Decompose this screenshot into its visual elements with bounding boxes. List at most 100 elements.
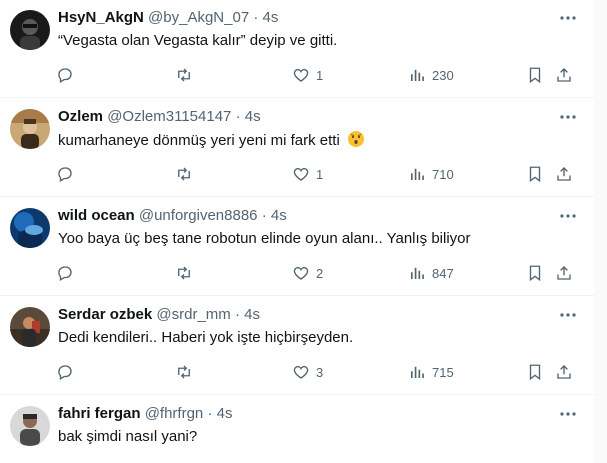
reply-icon bbox=[58, 167, 72, 182]
share-icon bbox=[557, 167, 571, 181]
bookmark-button[interactable] bbox=[526, 359, 544, 385]
views-button[interactable]: 710 bbox=[408, 161, 454, 187]
views-button[interactable]: 715 bbox=[408, 359, 454, 385]
timestamp[interactable]: 4s bbox=[263, 9, 279, 26]
author-name[interactable]: HsyN_AkgN bbox=[58, 9, 144, 26]
bookmark-button[interactable] bbox=[526, 161, 544, 187]
like-button[interactable]: 1 bbox=[292, 62, 323, 88]
action-bar: 2 847 bbox=[50, 260, 585, 286]
reply-button[interactable] bbox=[56, 161, 80, 187]
like-count: 1 bbox=[316, 67, 324, 83]
author-handle[interactable]: @unforgiven8886 bbox=[139, 207, 258, 224]
timestamp[interactable]: 4s bbox=[271, 207, 287, 224]
share-icon bbox=[557, 365, 571, 379]
author-handle[interactable]: @Ozlem31154147 bbox=[107, 108, 231, 125]
share-button[interactable] bbox=[555, 62, 573, 88]
tweet[interactable]: wild ocean @unforgiven8886 · 4s Yoo baya… bbox=[0, 198, 594, 296]
more-options-icon[interactable] bbox=[558, 208, 578, 224]
scrollbar[interactable] bbox=[594, 0, 607, 463]
like-count: 2 bbox=[316, 265, 324, 281]
share-icon bbox=[557, 266, 571, 280]
action-bar: 1 710 bbox=[50, 161, 585, 187]
share-button[interactable] bbox=[555, 359, 573, 385]
tweet-text-line: kumarhaneye dönmüş yeri yeni mi fark ett… bbox=[58, 130, 365, 151]
more-options-icon[interactable] bbox=[558, 10, 578, 26]
retweet-button[interactable] bbox=[175, 161, 199, 187]
avatar[interactable] bbox=[10, 208, 50, 248]
like-count: 1 bbox=[316, 166, 324, 182]
avatar[interactable] bbox=[10, 109, 50, 149]
retweet-button[interactable] bbox=[175, 260, 199, 286]
views-chart-icon bbox=[411, 69, 424, 81]
author-handle[interactable]: @by_AkgN_07 bbox=[148, 9, 249, 26]
separator-dot: · bbox=[207, 405, 213, 422]
heart-icon bbox=[293, 365, 309, 379]
share-icon bbox=[557, 68, 571, 82]
reply-button[interactable] bbox=[56, 359, 80, 385]
timestamp[interactable]: 4s bbox=[245, 108, 261, 125]
more-options-icon[interactable] bbox=[558, 307, 578, 323]
reply-button[interactable] bbox=[56, 62, 80, 88]
heart-icon bbox=[293, 167, 309, 181]
views-button[interactable]: 847 bbox=[408, 260, 454, 286]
bookmark-icon bbox=[529, 265, 541, 282]
hushed-face-emoji bbox=[347, 130, 365, 148]
retweet-icon bbox=[178, 68, 190, 82]
author-name[interactable]: Serdar ozbek bbox=[58, 306, 152, 323]
bookmark-icon bbox=[529, 364, 541, 381]
reply-icon bbox=[58, 365, 72, 380]
heart-icon bbox=[293, 68, 309, 82]
reply-button[interactable] bbox=[56, 260, 80, 286]
retweet-button[interactable] bbox=[175, 62, 199, 88]
tweet[interactable]: Ozlem @Ozlem31154147 · 4s kumarhaneye dö… bbox=[0, 99, 594, 197]
views-button[interactable]: 230 bbox=[408, 62, 454, 88]
share-button[interactable] bbox=[555, 260, 573, 286]
separator-dot: · bbox=[253, 9, 259, 26]
timestamp[interactable]: 4s bbox=[217, 405, 233, 422]
action-bar: 3 715 bbox=[50, 359, 585, 385]
tweet-text: Dedi kendileri.. Haberi yok işte hiçbirş… bbox=[58, 329, 354, 346]
like-button[interactable]: 1 bbox=[292, 161, 323, 187]
author-handle[interactable]: @fhrfrgn bbox=[145, 405, 204, 422]
more-options-icon[interactable] bbox=[558, 406, 578, 422]
more-options-icon[interactable] bbox=[558, 109, 578, 125]
tweet-text: “Vegasta olan Vegasta kalır” deyip ve gi… bbox=[58, 32, 338, 49]
tweet-text: kumarhaneye dönmüş yeri yeni mi fark ett… bbox=[58, 132, 340, 149]
heart-icon bbox=[293, 266, 309, 280]
timestamp[interactable]: 4s bbox=[244, 306, 260, 323]
avatar[interactable] bbox=[10, 307, 50, 347]
retweet-icon bbox=[178, 266, 190, 280]
view-count: 847 bbox=[432, 265, 454, 281]
separator-dot: · bbox=[235, 108, 241, 125]
bookmark-button[interactable] bbox=[526, 260, 544, 286]
separator-dot: · bbox=[261, 207, 267, 224]
tweet-text: Yoo baya üç beş tane robotun elinde oyun… bbox=[58, 230, 471, 247]
avatar[interactable] bbox=[10, 406, 50, 446]
view-count: 710 bbox=[432, 166, 454, 182]
separator-dot: · bbox=[234, 306, 240, 323]
view-count: 230 bbox=[432, 67, 454, 83]
share-button[interactable] bbox=[555, 161, 573, 187]
author-name[interactable]: wild ocean bbox=[58, 207, 135, 224]
like-count: 3 bbox=[316, 364, 324, 380]
reply-icon bbox=[58, 266, 72, 281]
tweet[interactable]: Serdar ozbek @srdr_mm · 4s Dedi kendiler… bbox=[0, 297, 594, 395]
views-chart-icon bbox=[411, 267, 424, 279]
tweet[interactable]: fahri fergan @fhrfrgn · 4s bak şimdi nas… bbox=[0, 396, 594, 463]
action-bar: 1 230 bbox=[50, 62, 585, 88]
author-name[interactable]: fahri fergan bbox=[58, 405, 141, 422]
author-handle[interactable]: @srdr_mm bbox=[156, 306, 230, 323]
avatar[interactable] bbox=[10, 10, 50, 50]
author-name[interactable]: Ozlem bbox=[58, 108, 103, 125]
tweet[interactable]: HsyN_AkgN @by_AkgN_07 · 4s “Vegasta olan… bbox=[0, 0, 594, 98]
view-count: 715 bbox=[432, 364, 454, 380]
retweet-icon bbox=[178, 365, 190, 379]
like-button[interactable]: 2 bbox=[292, 260, 323, 286]
like-button[interactable]: 3 bbox=[292, 359, 323, 385]
views-chart-icon bbox=[411, 168, 424, 180]
reply-icon bbox=[58, 68, 72, 83]
bookmark-button[interactable] bbox=[526, 62, 544, 88]
bookmark-icon bbox=[529, 67, 541, 84]
bookmark-icon bbox=[529, 166, 541, 183]
retweet-button[interactable] bbox=[175, 359, 199, 385]
